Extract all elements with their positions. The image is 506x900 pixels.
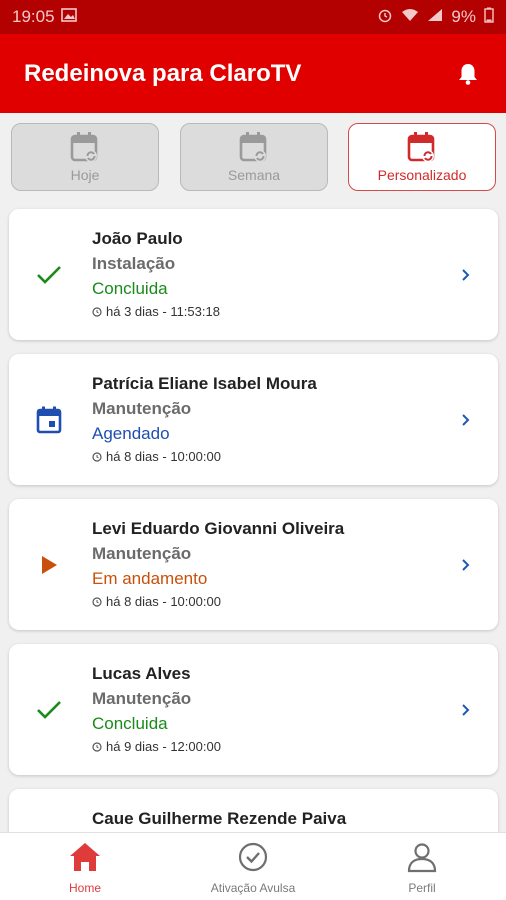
check-icon	[36, 262, 62, 288]
clock-icon	[92, 307, 102, 317]
order-status: Concluida	[92, 279, 168, 298]
order-status: Agendado	[92, 424, 170, 443]
home-icon	[70, 843, 100, 871]
clock-icon	[92, 452, 102, 462]
order-time-text: há 8 dias - 10:00:00	[106, 594, 221, 609]
filter-personalizado[interactable]: Personalizado	[348, 123, 496, 191]
bell-icon	[459, 63, 477, 85]
order-card[interactable]: João Paulo Instalação Concluida há 3 dia…	[9, 209, 498, 340]
customer-name: Lucas Alves	[92, 664, 191, 683]
filter-label: Personalizado	[377, 167, 467, 183]
nav-ativacao-avulsa[interactable]: Ativação Avulsa	[183, 841, 323, 895]
order-time: há 8 dias - 10:00:00	[92, 446, 458, 468]
user-icon	[407, 843, 437, 873]
calendar-icon	[36, 406, 62, 433]
order-time-text: há 8 dias - 10:00:00	[106, 449, 221, 464]
alarm-icon	[377, 7, 393, 28]
filter-label: Hoje	[70, 167, 100, 183]
filter-label: Semana	[227, 167, 281, 183]
battery-level: 9%	[451, 7, 476, 26]
filter-hoje[interactable]: Hoje	[11, 123, 159, 191]
calendar-sync-icon	[70, 132, 98, 162]
notifications-button[interactable]	[454, 60, 482, 88]
battery-icon	[484, 7, 494, 28]
play-icon	[36, 552, 62, 578]
order-card[interactable]: Patrícia Eliane Isabel Moura Manutenção …	[9, 354, 498, 485]
bottom-nav: Home Ativação Avulsa Perfil	[0, 832, 506, 900]
wifi-icon	[401, 7, 419, 27]
app-title: Redeinova para ClaroTV	[24, 59, 302, 87]
status-time: 19:05	[12, 7, 55, 26]
clock-icon	[92, 597, 102, 607]
order-card[interactable]: Levi Eduardo Giovanni Oliveira Manutençã…	[9, 499, 498, 630]
customer-name: Levi Eduardo Giovanni Oliveira	[92, 519, 345, 538]
date-filters: Hoje Semana Personalizado	[0, 123, 506, 193]
order-time-text: há 9 dias - 12:00:00	[106, 739, 221, 754]
nav-label: Perfil	[408, 881, 436, 895]
clock-icon	[92, 742, 102, 752]
customer-name: Patrícia Eliane Isabel Moura	[92, 374, 317, 393]
order-time: há 9 dias - 12:00:00	[92, 736, 458, 758]
service-type: Manutenção	[92, 544, 192, 563]
nav-home[interactable]: Home	[15, 841, 155, 895]
image-notification-icon	[60, 7, 77, 27]
order-card[interactable]: Lucas Alves Manutenção Concluida há 9 di…	[9, 644, 498, 775]
service-type: Instalação	[92, 254, 176, 273]
status-bar: 19:05 9%	[0, 0, 506, 34]
calendar-sync-icon	[407, 132, 435, 162]
chevron-right-icon[interactable]	[460, 702, 472, 718]
check-icon	[36, 697, 62, 723]
signal-icon	[427, 7, 443, 27]
chevron-right-icon[interactable]	[460, 267, 472, 283]
order-time: há 8 dias - 10:00:00	[92, 591, 458, 613]
customer-name: Caue Guilherme Rezende Paiva	[92, 809, 347, 828]
nav-label: Home	[68, 881, 101, 895]
filter-semana[interactable]: Semana	[180, 123, 328, 191]
chevron-right-icon[interactable]	[460, 412, 472, 428]
customer-name: João Paulo	[92, 229, 183, 248]
app-bar: Redeinova para ClaroTV	[0, 34, 506, 113]
service-type: Manutenção	[92, 399, 192, 418]
check-circle-icon	[238, 842, 268, 872]
order-time-text: há 3 dias - 11:53:18	[106, 304, 220, 319]
order-status: Em andamento	[92, 569, 208, 588]
order-status: Concluida	[92, 714, 168, 733]
order-time: há 3 dias - 11:53:18	[92, 301, 458, 323]
nav-label: Ativação Avulsa	[210, 881, 296, 895]
nav-perfil[interactable]: Perfil	[352, 841, 492, 895]
chevron-right-icon[interactable]	[460, 557, 472, 573]
calendar-sync-icon	[239, 132, 267, 162]
service-type: Manutenção	[92, 689, 192, 708]
